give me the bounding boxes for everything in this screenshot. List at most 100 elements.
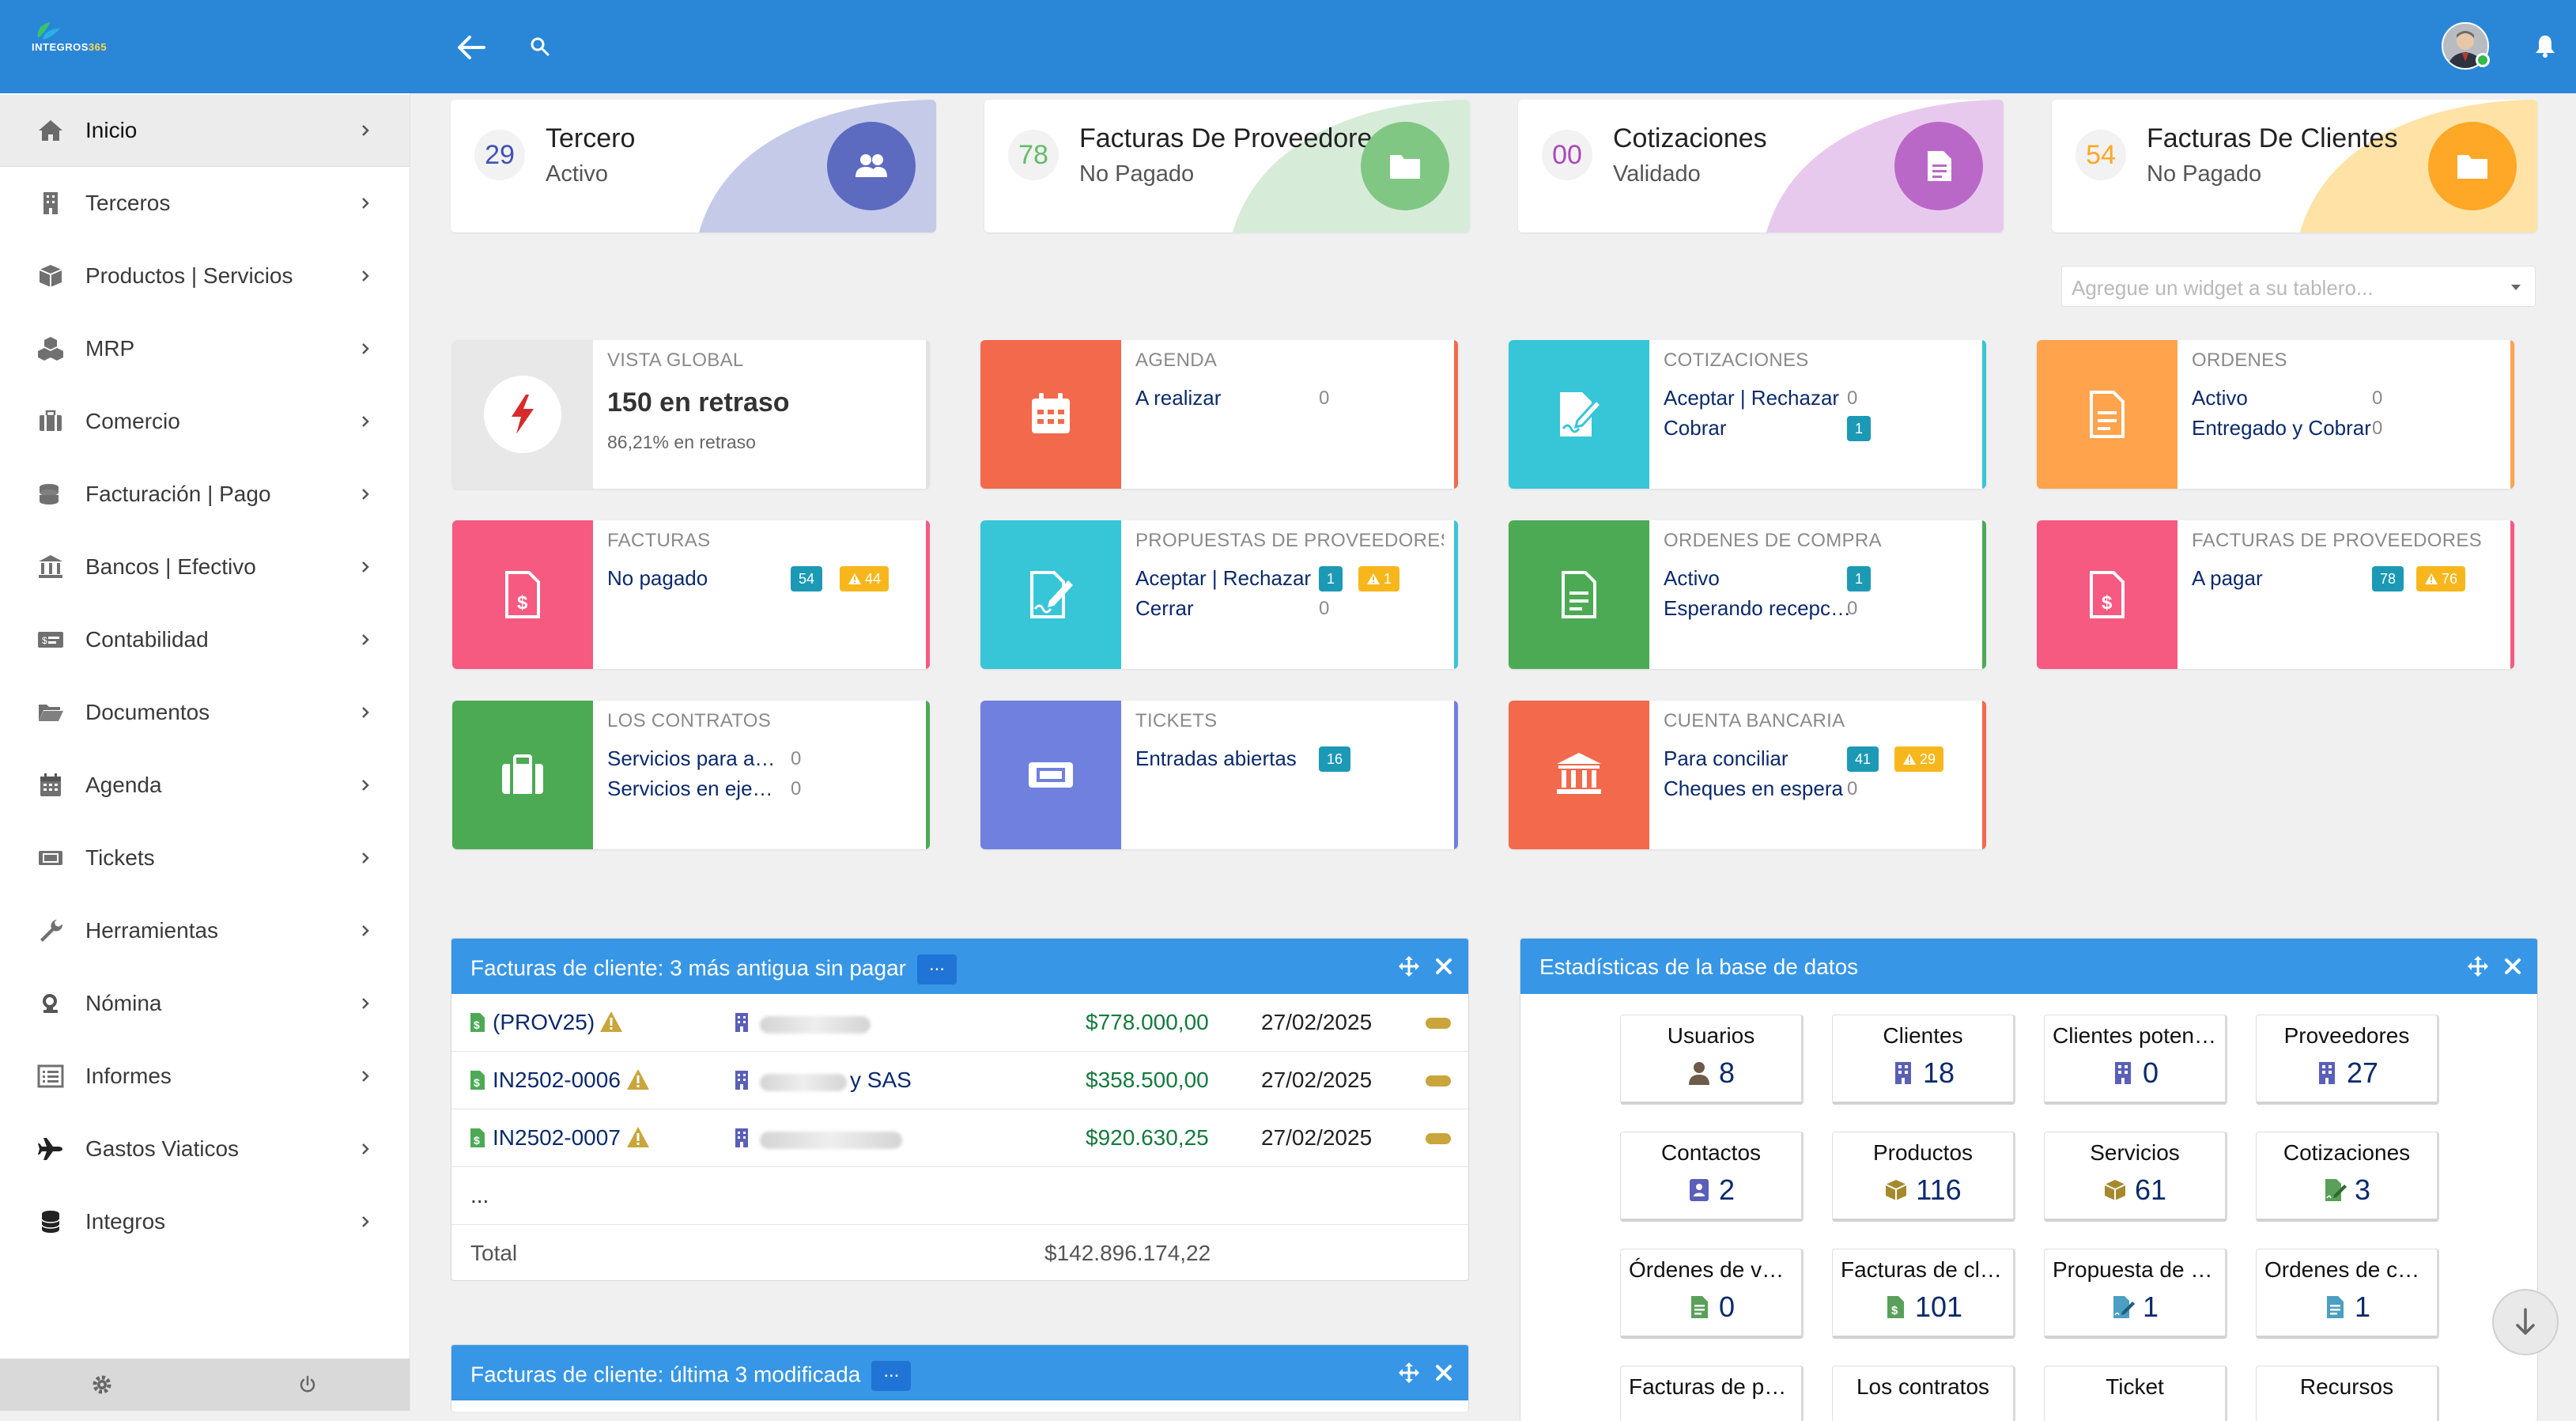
sidebar-item-documentos[interactable]: Documentos <box>0 677 410 748</box>
kpi-card-cotizaciones[interactable]: 00 Cotizaciones Validado <box>1518 100 2004 232</box>
scroll-down-button[interactable] <box>2492 1289 2559 1355</box>
count-badge[interactable]: 1 <box>1847 566 1872 591</box>
table-row[interactable]: $ (PROV25) $778.000,00 27/02/2025 <box>451 994 1468 1052</box>
box-line-link[interactable]: No pagado <box>607 566 799 591</box>
count-badge[interactable]: 1 <box>1319 566 1343 591</box>
box-line-link[interactable]: A realizar <box>1135 386 1327 410</box>
box-ordenes-compra[interactable]: ORDENES DE COMPRA Activo 1 Esperando rec… <box>1509 520 1986 669</box>
bell-icon[interactable] <box>2533 33 2557 59</box>
close-icon[interactable] <box>1433 956 1454 977</box>
box-tickets[interactable]: TICKETS Entradas abiertas 16 <box>980 701 1458 849</box>
sidebar-item-nomina[interactable]: Nómina <box>0 968 410 1039</box>
back-arrow-icon[interactable] <box>454 30 489 65</box>
power-icon[interactable] <box>297 1374 318 1395</box>
late-badge[interactable]: 76 <box>2416 566 2466 591</box>
sidebar-item-facturacion[interactable]: Facturación | Pago <box>0 459 410 530</box>
stat-ordenes-venta[interactable]: Órdenes de venta 0 <box>1620 1249 1804 1339</box>
table-row[interactable]: $ IN2502-0007 $920.630,25 27/02/2025 <box>451 1109 1468 1167</box>
sidebar-item-gastos-viaticos[interactable]: Gastos Viaticos <box>0 1113 410 1185</box>
gear-icon[interactable] <box>92 1374 112 1395</box>
sidebar-item-agenda[interactable]: Agenda <box>0 750 410 821</box>
count-badge[interactable]: 54 <box>791 566 823 591</box>
redacted-client-name[interactable] <box>760 1016 871 1034</box>
box-line-link[interactable]: Servicios para activar <box>607 746 781 771</box>
sidebar-item-contabilidad[interactable]: $ Contabilidad <box>0 604 410 675</box>
stat-productos[interactable]: Productos 116 <box>1832 1132 2015 1222</box>
sidebar-item-tickets[interactable]: Tickets <box>0 822 410 894</box>
sidebar-item-bancos[interactable]: Bancos | Efectivo <box>0 531 410 603</box>
sidebar-item-terceros[interactable]: Terceros <box>0 168 410 239</box>
sidebar-item-integros[interactable]: Integros <box>0 1186 410 1257</box>
panel-more-button[interactable]: ... <box>871 1361 912 1391</box>
table-row-more[interactable]: ... <box>451 1167 1468 1225</box>
box-line-link[interactable]: Cheques en espera <box>1664 777 1855 801</box>
box-facturas[interactable]: $ FACTURAS No pagado 54 44 <box>452 520 930 669</box>
search-icon[interactable] <box>530 36 550 57</box>
redacted-client-name[interactable] <box>760 1074 847 1091</box>
app-logo[interactable]: INTEGROS365 <box>32 21 134 68</box>
sidebar-item-mrp[interactable]: MRP <box>0 313 410 384</box>
stat-contactos[interactable]: Contactos 2 <box>1620 1132 1804 1222</box>
stat-cotizaciones[interactable]: Cotizaciones 3 <box>2256 1132 2439 1222</box>
sidebar-item-productos[interactable]: Productos | Servicios <box>0 240 410 312</box>
late-badge[interactable]: 1 <box>1358 566 1400 591</box>
close-icon[interactable] <box>1433 1362 1454 1383</box>
stat-ordenes-compra[interactable]: Ordenes de compra 1 <box>2256 1249 2439 1339</box>
box-propuestas[interactable]: PROPUESTAS DE PROVEEDORES Aceptar | Rech… <box>980 520 1458 669</box>
move-icon[interactable] <box>2466 954 2490 978</box>
count-badge[interactable]: 41 <box>1847 746 1879 772</box>
box-contratos[interactable]: LOS CONTRATOS Servicios para activar 0 S… <box>452 701 930 849</box>
stat-facturas-proveedores[interactable]: Facturas de proveedores <box>1620 1366 1804 1421</box>
box-line-link[interactable]: Esperando recepción <box>1664 596 1855 621</box>
redacted-client-name[interactable] <box>760 1132 902 1149</box>
box-vista-global[interactable]: VISTA GLOBAL 150 en retraso 86,21% en re… <box>452 340 930 489</box>
sidebar-item-comercio[interactable]: Comercio <box>0 386 410 457</box>
stat-ticket[interactable]: Ticket <box>2044 1366 2227 1421</box>
box-line-link[interactable]: Aceptar | Rechazar <box>1664 386 1855 410</box>
stat-contratos[interactable]: Los contratos <box>1832 1366 2015 1421</box>
stat-proveedores[interactable]: Proveedores 27 <box>2256 1015 2439 1105</box>
sidebar-item-inicio[interactable]: Inicio <box>0 95 410 167</box>
late-badge[interactable]: 44 <box>840 566 890 591</box>
box-line-link[interactable]: A pagar <box>2192 566 2383 591</box>
box-ordenes[interactable]: ORDENES Activo 0 Entregado y Cobrar 0 <box>2037 340 2514 489</box>
move-icon[interactable] <box>1397 954 1421 978</box>
box-line-link[interactable]: Servicios en ejecución <box>607 777 781 801</box>
kpi-card-facturas-clientes[interactable]: 54 Facturas De Clientes No Pagado <box>2052 100 2537 232</box>
box-cotizaciones[interactable]: COTIZACIONES Aceptar | Rechazar 0 Cobrar… <box>1509 340 1986 489</box>
box-line-link[interactable]: Cobrar <box>1664 416 1855 440</box>
stat-clientes-potenciales[interactable]: Clientes potenciales 0 <box>2044 1015 2227 1105</box>
box-cuenta-bancaria[interactable]: CUENTA BANCARIA Para conciliar 41 29 Che… <box>1509 701 1986 849</box>
box-line-link[interactable]: Para conciliar <box>1664 746 1855 771</box>
move-icon[interactable] <box>1397 1361 1421 1385</box>
count-badge[interactable]: 16 <box>1319 746 1351 772</box>
box-line-link[interactable]: Entregado y Cobrar <box>2192 416 2383 440</box>
stat-servicios[interactable]: Servicios 61 <box>2044 1132 2227 1222</box>
invoice-ref-link[interactable]: IN2502-0007 <box>493 1125 621 1151</box>
invoice-ref-link[interactable]: IN2502-0006 <box>493 1068 621 1093</box>
invoice-ref-link[interactable]: (PROV25) <box>493 1010 595 1035</box>
client-name-tail[interactable]: y SAS <box>850 1068 912 1093</box>
box-line-link[interactable]: Cerrar <box>1135 596 1327 621</box>
add-widget-select[interactable]: Agregue un widget a su tablero... <box>2061 266 2536 307</box>
count-badge[interactable]: 78 <box>2372 566 2404 591</box>
stat-usuarios[interactable]: Usuarios 8 <box>1620 1015 1804 1105</box>
stat-clientes[interactable]: Clientes 18 <box>1832 1015 2015 1105</box>
panel-more-button[interactable]: ... <box>916 954 957 984</box>
box-line-link[interactable]: Aceptar | Rechazar <box>1135 566 1327 591</box>
stat-propuestas-proveedores[interactable]: Propuesta de proveedores 1 <box>2044 1249 2227 1339</box>
box-line-link[interactable]: Entradas abiertas <box>1135 746 1327 771</box>
kpi-card-terceros[interactable]: 29 Tercero Activo <box>451 100 936 232</box>
count-badge[interactable]: 1 <box>1847 416 1872 441</box>
late-badge[interactable]: 29 <box>1894 746 1944 772</box>
close-icon[interactable] <box>2502 956 2523 977</box>
box-line-link[interactable]: Activo <box>1664 566 1855 591</box>
sidebar-item-herramientas[interactable]: Herramientas <box>0 895 410 966</box>
box-agenda[interactable]: AGENDA A realizar 0 <box>980 340 1458 489</box>
kpi-card-facturas-proveedores[interactable]: 78 Facturas De Proveedores No Pagado <box>984 100 1470 232</box>
stat-facturas-clientes[interactable]: Facturas de clientes $101 <box>1832 1249 2015 1339</box>
sidebar-item-informes[interactable]: Informes <box>0 1041 410 1112</box>
table-row[interactable]: $ IN2502-0006 y SAS $358.500,00 27/02/20… <box>451 1052 1468 1109</box>
box-line-link[interactable]: Activo <box>2192 386 2383 410</box>
box-facturas-proveedores[interactable]: $ FACTURAS DE PROVEEDORES A pagar 78 76 <box>2037 520 2514 669</box>
